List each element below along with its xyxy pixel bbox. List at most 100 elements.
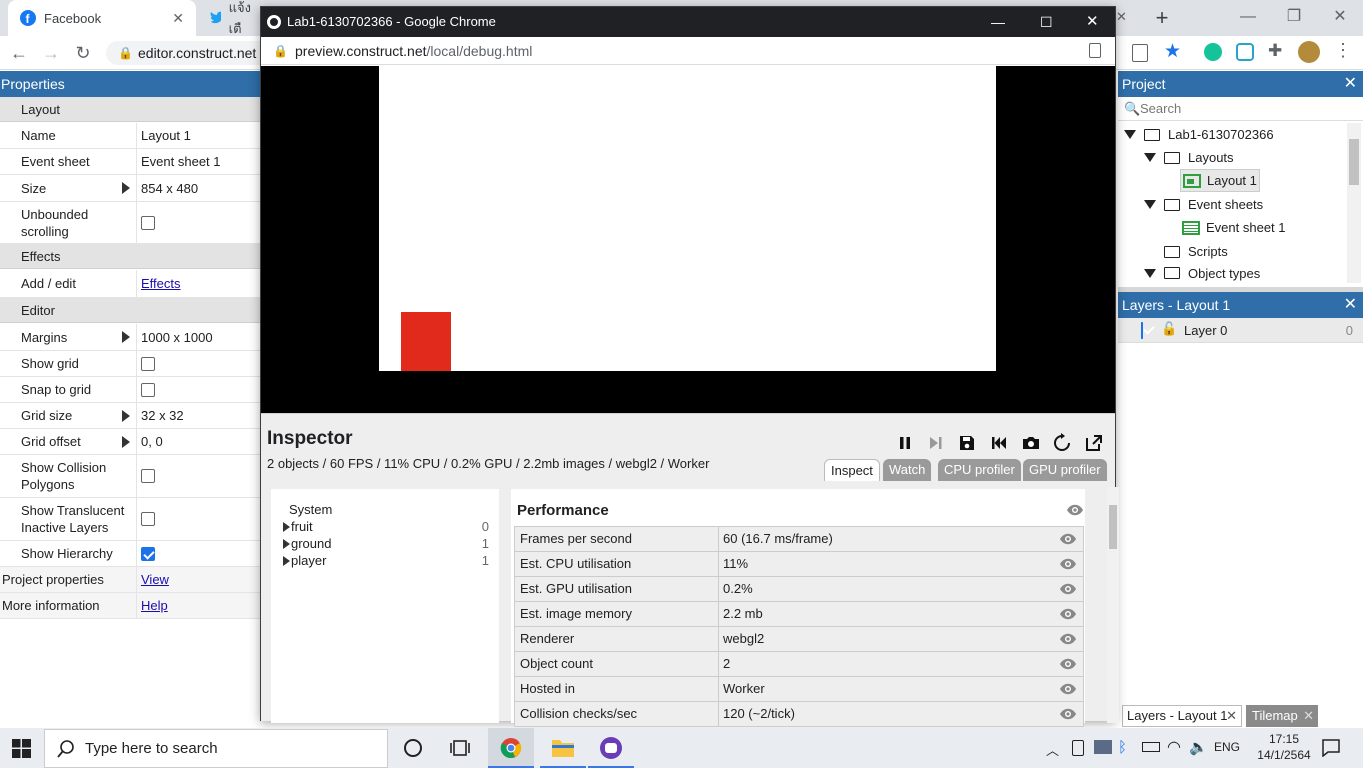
extension-icon[interactable] (1236, 43, 1254, 61)
list-item[interactable]: player 1 (271, 552, 499, 569)
windows-start-icon[interactable] (12, 739, 31, 758)
lock-icon[interactable]: 🔓 (1161, 321, 1177, 337)
section-layout[interactable]: Layout (0, 97, 262, 122)
close-window-icon[interactable]: ✕ (1086, 7, 1099, 37)
popout-icon[interactable] (1084, 433, 1104, 453)
prop-value[interactable]: Layout 1 (136, 123, 262, 148)
tree-layout-1[interactable]: Layout 1 (1180, 169, 1260, 192)
list-item[interactable]: ground 1 (271, 535, 499, 552)
game-canvas[interactable] (261, 66, 1115, 413)
tab-inspect[interactable]: Inspect (824, 459, 880, 481)
search-input[interactable]: Search (1140, 101, 1181, 116)
back-icon[interactable]: ← (8, 42, 30, 64)
prop-unbounded-scrolling[interactable]: Unbounded scrolling (0, 202, 262, 244)
expand-icon[interactable] (283, 522, 290, 532)
extensions-puzzle-icon[interactable]: ✚ (1268, 41, 1282, 61)
pause-icon[interactable] (895, 433, 915, 453)
close-panel-icon[interactable]: ✕ (1344, 292, 1357, 318)
unbounded-checkbox[interactable] (141, 215, 155, 230)
tab-gpu-profiler[interactable]: GPU profiler (1023, 459, 1107, 481)
inspector-scrollbar[interactable] (1107, 487, 1119, 723)
close-window-icon[interactable]: ✕ (1320, 4, 1360, 30)
tree-scripts[interactable]: Scripts (1118, 240, 1346, 263)
close-tab-icon[interactable]: ✕ (1226, 706, 1237, 726)
new-tab-button[interactable]: + (1148, 4, 1176, 32)
forward-icon[interactable]: → (40, 42, 62, 64)
tray-network-device-icon[interactable] (1094, 740, 1112, 754)
taskbar-chrome[interactable] (488, 728, 534, 768)
expand-icon[interactable] (122, 182, 130, 194)
prop-project-properties[interactable]: Project properties View (0, 567, 262, 593)
expand-icon[interactable] (122, 331, 130, 343)
eye-icon[interactable] (1059, 658, 1077, 670)
view-link[interactable]: View (141, 572, 169, 587)
avatar[interactable] (1298, 41, 1320, 63)
effects-link[interactable]: Effects (141, 276, 181, 291)
tree-event-sheets[interactable]: Event sheets (1118, 193, 1346, 216)
taskbar-file-explorer[interactable] (540, 728, 586, 768)
step-icon[interactable] (926, 433, 946, 453)
taskbar-search[interactable]: Type here to search (44, 729, 388, 768)
collapse-icon[interactable] (1144, 153, 1156, 162)
close-tab-icon[interactable]: ✕ (1116, 9, 1130, 25)
eye-icon[interactable] (1059, 583, 1077, 595)
bottom-tab-tilemap[interactable]: Tilemap ✕ (1246, 705, 1318, 727)
bottom-tab-layers[interactable]: Layers - Layout 1 ✕ (1122, 705, 1242, 727)
eye-icon[interactable] (1066, 504, 1084, 516)
restore-icon[interactable]: ❐ (1274, 4, 1314, 30)
prop-grid-size[interactable]: Grid size 32 x 32 (0, 403, 262, 429)
prop-more-information[interactable]: More information Help (0, 593, 262, 619)
eye-icon[interactable] (1059, 558, 1077, 570)
prop-size[interactable]: Size 854 x 480 (0, 175, 262, 202)
tree-event-sheet-1[interactable]: Event sheet 1 (1118, 216, 1346, 239)
eye-icon[interactable] (1059, 683, 1077, 695)
section-effects[interactable]: Effects (0, 244, 262, 269)
install-app-icon[interactable] (1089, 43, 1101, 58)
reload-icon[interactable]: ↻ (72, 42, 94, 64)
tree-object-types[interactable]: Object types (1118, 263, 1346, 283)
tab-facebook[interactable]: f Facebook ✕ (8, 0, 196, 36)
prop-show-hierarchy[interactable]: Show Hierarchy (0, 541, 262, 567)
tree-layouts[interactable]: Layouts (1118, 146, 1346, 169)
chevron-up-icon[interactable]: ︿ (1046, 740, 1059, 759)
bookmark-star-icon[interactable]: ★ (1164, 40, 1181, 63)
wifi-icon[interactable]: ◠ (1167, 737, 1181, 757)
volume-icon[interactable]: 🔈 (1189, 738, 1208, 756)
popup-address-bar[interactable]: 🔒 preview.construct.net/local/debug.html (261, 37, 1115, 65)
collapse-icon[interactable] (1124, 130, 1136, 139)
restart-icon[interactable] (1052, 433, 1072, 453)
bluetooth-icon[interactable]: ᛒ (1118, 739, 1127, 756)
install-app-icon[interactable] (1132, 44, 1148, 62)
maximize-icon[interactable]: ☐ (1040, 7, 1053, 37)
collision-checkbox[interactable] (141, 469, 155, 483)
project-scrollbar[interactable] (1347, 123, 1361, 283)
rewind-icon[interactable] (989, 433, 1009, 453)
layer-row[interactable]: 🔓 Layer 0 0 (1118, 318, 1363, 343)
tab-twitter[interactable]: แจ้งเตื (198, 0, 264, 36)
minimize-icon[interactable]: — (1228, 4, 1268, 30)
eye-icon[interactable] (1059, 633, 1077, 645)
section-editor[interactable]: Editor (0, 298, 262, 323)
tray-app-icon[interactable] (1072, 740, 1084, 756)
help-link[interactable]: Help (141, 598, 168, 613)
battery-icon[interactable] (1142, 742, 1160, 752)
eye-icon[interactable] (1059, 533, 1077, 545)
window-titlebar[interactable]: Lab1-6130702366 - Google Chrome — ☐ ✕ (261, 7, 1115, 37)
layer-visible-checkbox[interactable] (1141, 322, 1143, 339)
minimize-icon[interactable]: — (991, 7, 1005, 37)
list-item[interactable]: fruit 0 (271, 518, 499, 535)
clock[interactable]: 17:15 14/1/2564 (1254, 731, 1314, 763)
expand-icon[interactable] (283, 539, 290, 549)
collapse-icon[interactable] (1144, 200, 1156, 209)
prop-value[interactable]: 1000 x 1000 (136, 324, 262, 350)
menu-icon[interactable]: ⋮ (1334, 40, 1352, 61)
prop-collision-polygons[interactable]: Show Collision Polygons (0, 455, 262, 498)
prop-margins[interactable]: Margins 1000 x 1000 (0, 324, 262, 351)
prop-translucent-layers[interactable]: Show Translucent Inactive Layers (0, 498, 262, 541)
prop-show-grid[interactable]: Show grid (0, 351, 262, 377)
tab-cpu-profiler[interactable]: CPU profiler (938, 459, 1021, 481)
cortana-icon[interactable] (404, 739, 422, 757)
list-item[interactable]: System (271, 501, 499, 518)
prop-value[interactable]: Event sheet 1 (136, 149, 262, 174)
eye-icon[interactable] (1059, 608, 1077, 620)
